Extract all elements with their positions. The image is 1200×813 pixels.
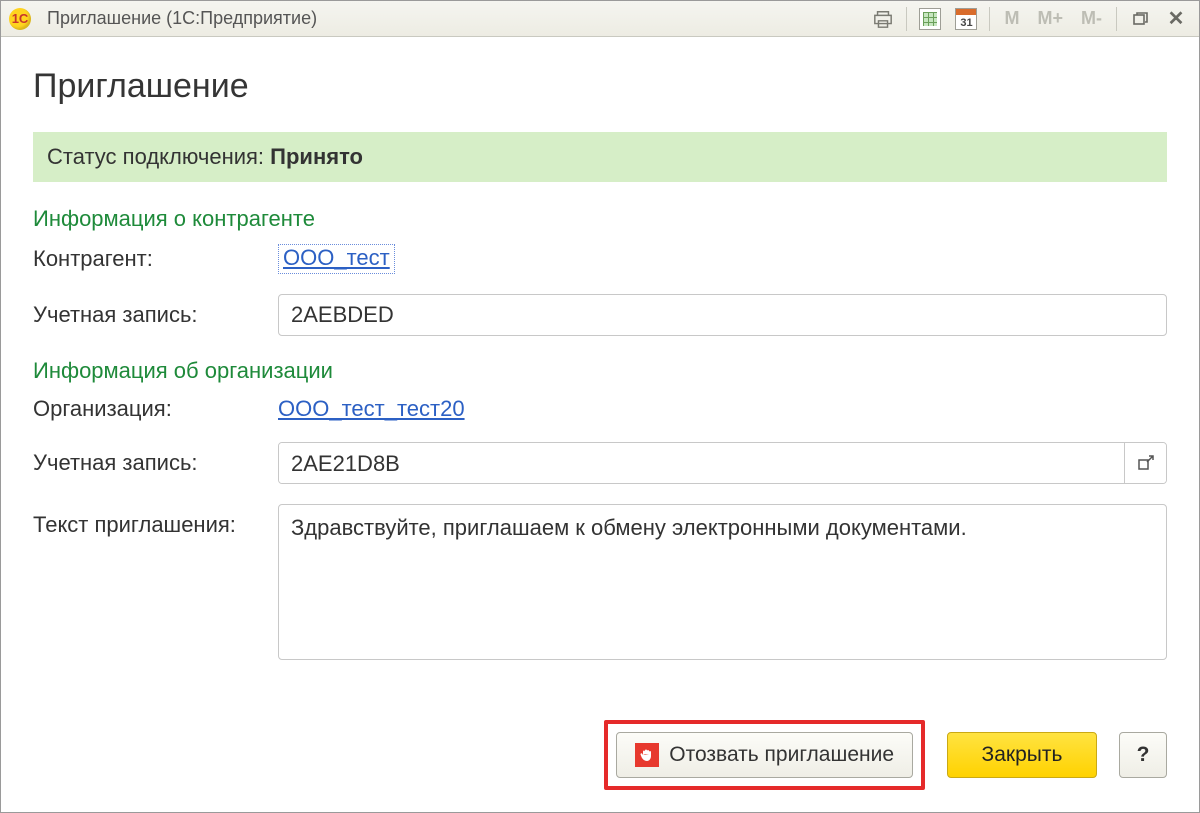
memory-m-button[interactable]: M <box>1000 6 1023 32</box>
page-title: Приглашение <box>33 67 1167 106</box>
contragent-link[interactable]: ООО_тест <box>278 244 395 274</box>
revoke-invite-label: Отозвать приглашение <box>669 743 894 767</box>
print-icon[interactable] <box>870 6 896 32</box>
restore-window-icon[interactable] <box>1127 6 1153 32</box>
separator <box>906 7 907 31</box>
content: Приглашение Статус подключения: Принято … <box>1 37 1199 812</box>
status-label: Статус подключения: <box>47 144 264 169</box>
close-button[interactable]: Закрыть <box>947 732 1097 778</box>
titlebar-buttons: 31 M M+ M- ✕ <box>870 6 1193 32</box>
memory-mplus-button[interactable]: M+ <box>1033 6 1067 32</box>
memory-mminus-button[interactable]: M- <box>1077 6 1106 32</box>
contragent-account-label: Учетная запись: <box>33 302 278 328</box>
separator <box>989 7 990 31</box>
footer: Отозвать приглашение Закрыть ? <box>33 708 1167 790</box>
status-value: Принято <box>270 144 363 169</box>
invite-text-label: Текст приглашения: <box>33 504 278 538</box>
close-window-icon[interactable]: ✕ <box>1163 6 1189 32</box>
org-link[interactable]: ООО_тест_тест20 <box>278 396 465 421</box>
separator <box>1116 7 1117 31</box>
org-account-label: Учетная запись: <box>33 450 278 476</box>
org-label: Организация: <box>33 396 278 422</box>
invite-text-input[interactable] <box>278 504 1167 660</box>
help-button[interactable]: ? <box>1119 732 1167 778</box>
revoke-invite-button[interactable]: Отозвать приглашение <box>616 732 913 778</box>
spreadsheet-icon[interactable] <box>917 6 943 32</box>
contragent-account-input[interactable] <box>278 294 1167 336</box>
stop-hand-icon <box>635 743 659 767</box>
org-account-input[interactable] <box>279 443 1124 484</box>
expand-icon[interactable] <box>1124 443 1166 483</box>
contragent-label: Контрагент: <box>33 246 278 272</box>
connection-status-bar: Статус подключения: Принято <box>33 132 1167 182</box>
app-logo-icon: 1C <box>9 8 31 30</box>
highlight-box: Отозвать приглашение <box>604 720 925 790</box>
titlebar: 1C Приглашение (1С:Предприятие) 31 M M+ … <box>1 1 1199 37</box>
window: 1C Приглашение (1С:Предприятие) 31 M M+ … <box>0 0 1200 813</box>
window-title: Приглашение (1С:Предприятие) <box>47 8 317 29</box>
calendar-icon[interactable]: 31 <box>953 6 979 32</box>
section-org-title: Информация об организации <box>33 358 1167 384</box>
section-contragent-title: Информация о контрагенте <box>33 206 1167 232</box>
